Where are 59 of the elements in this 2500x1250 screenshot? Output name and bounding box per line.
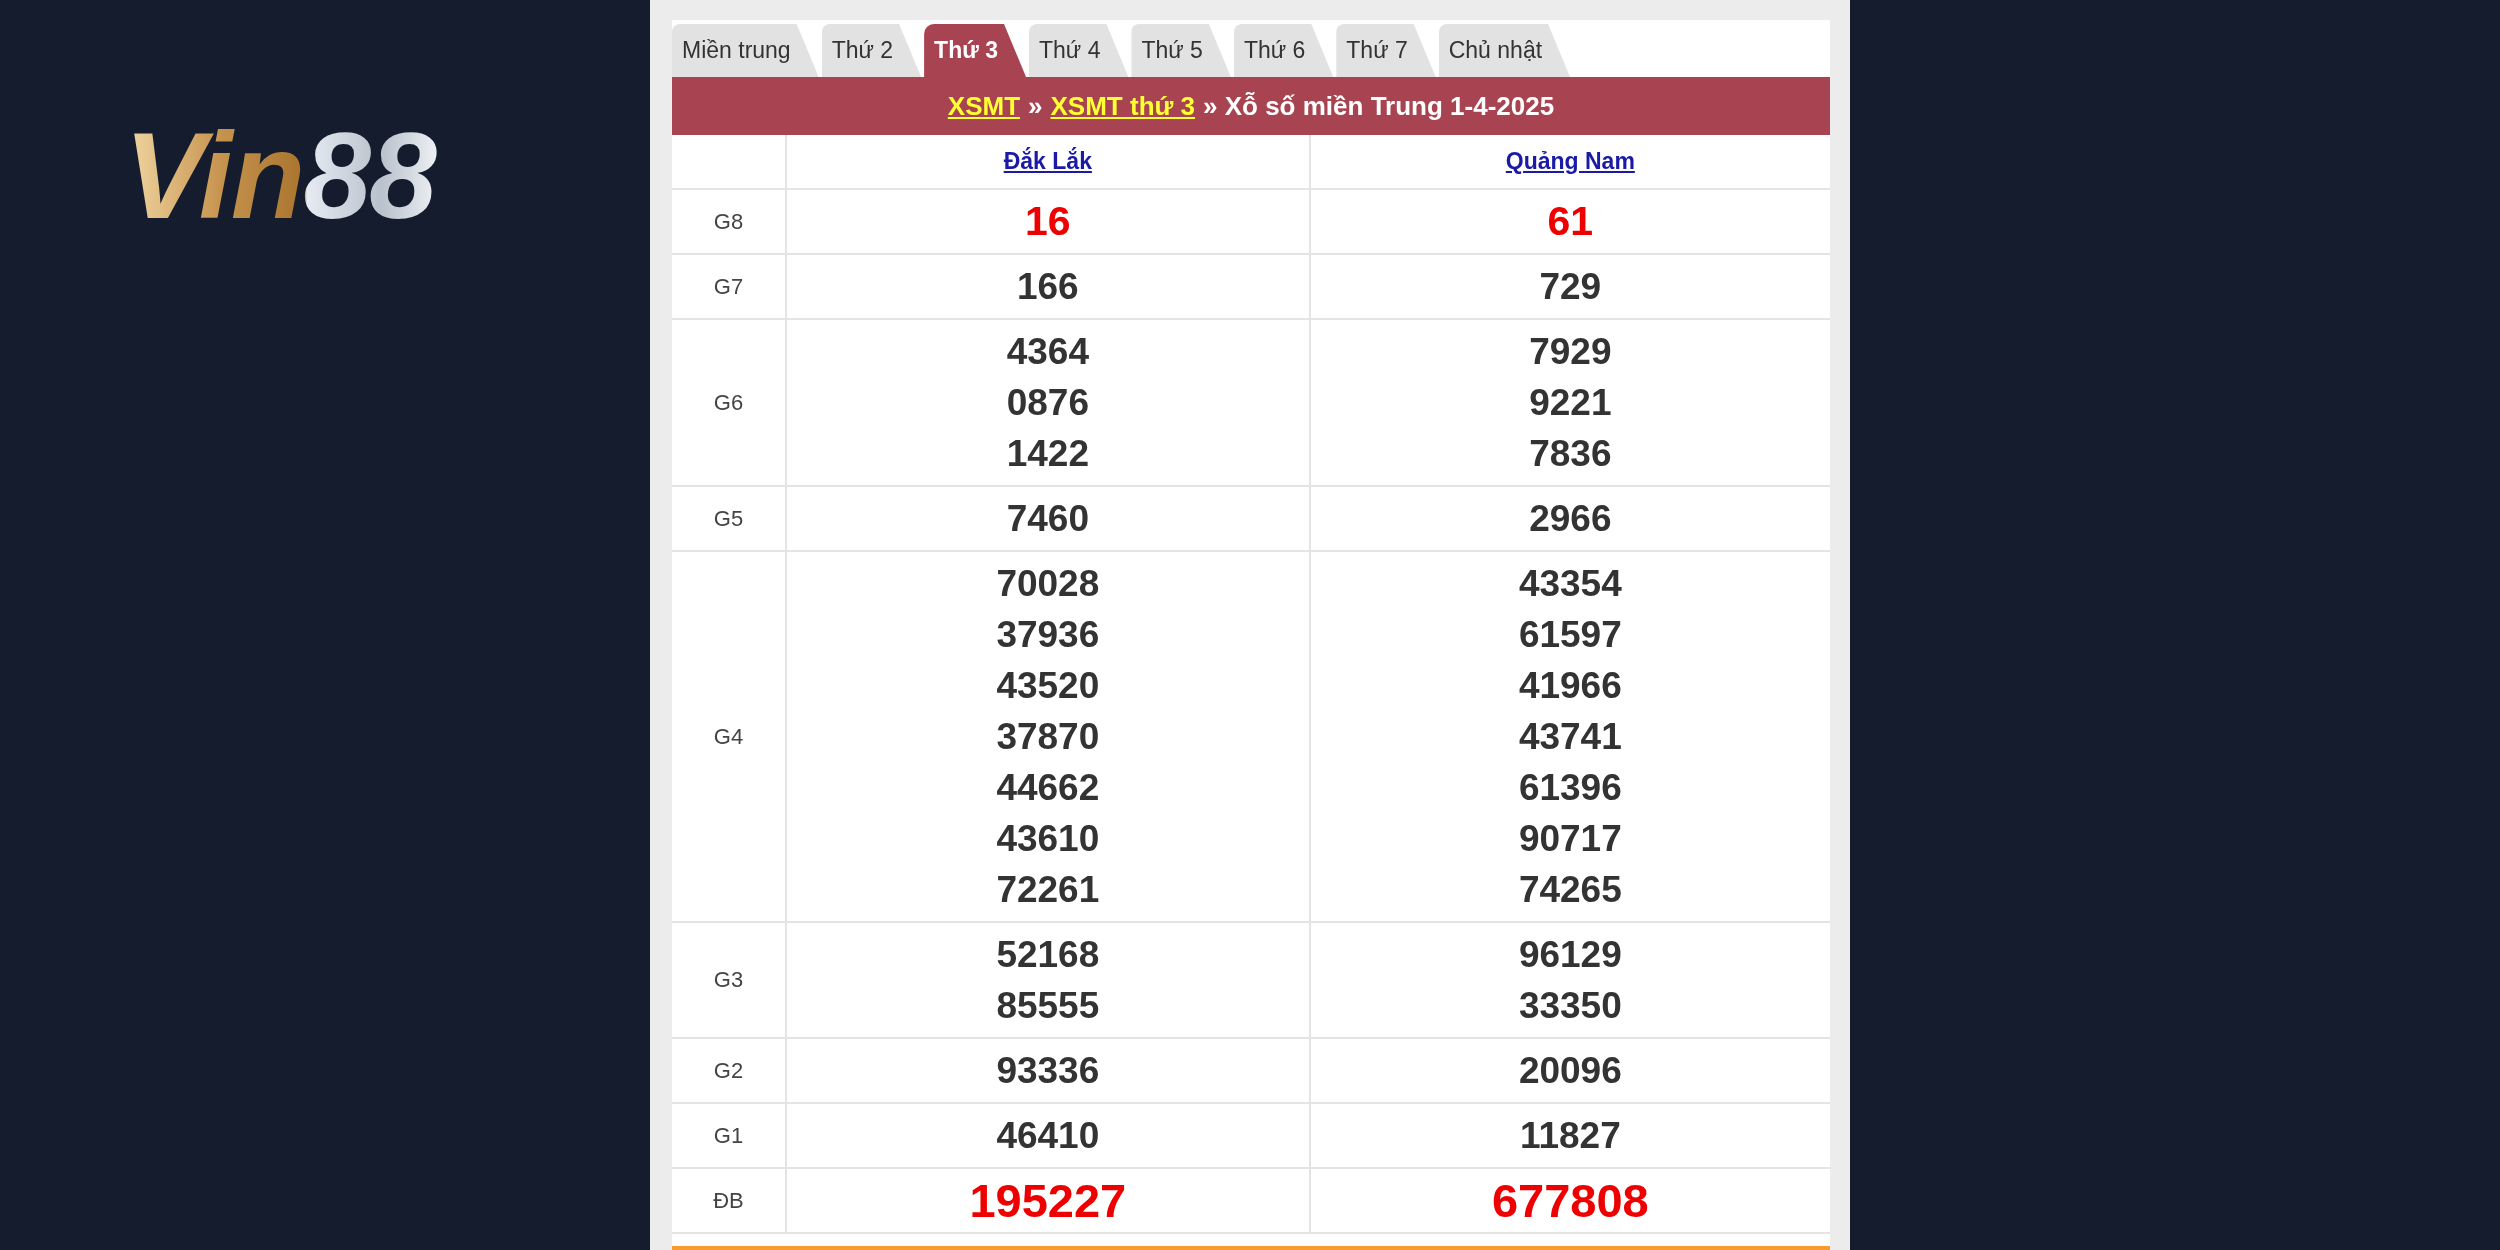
breadcrumb-text: » Xỗ số miền Trung 1-4-2025 — [1203, 90, 1555, 122]
prize-label: G5 — [672, 486, 786, 551]
breadcrumb-link[interactable]: XSMT thứ 3 — [1050, 90, 1196, 122]
prize-number: 166 — [1016, 265, 1079, 309]
prize-number: 4364 — [1006, 330, 1089, 374]
day-tab[interactable]: Thứ 7 — [1336, 24, 1436, 77]
prize-number: 46410 — [996, 1114, 1100, 1158]
breadcrumb-text: » — [1028, 90, 1043, 122]
prize-label: G1 — [672, 1103, 786, 1168]
prize-number: 11827 — [1519, 1114, 1621, 1158]
day-tab[interactable]: Chủ nhật — [1438, 24, 1571, 77]
prize-number: 729 — [1539, 265, 1602, 309]
prize-number: 7836 — [1529, 432, 1612, 476]
prize-number: 7929 — [1529, 330, 1612, 374]
day-tab[interactable]: Thứ 5 — [1131, 24, 1231, 77]
prize-number: 61396 — [1518, 766, 1622, 810]
prize-number: 90717 — [1518, 817, 1622, 861]
day-tab[interactable]: Miền trung — [672, 24, 819, 77]
prize-number: 16 — [1025, 197, 1071, 246]
prize-number: 41966 — [1518, 664, 1622, 708]
prize-number: 44662 — [996, 766, 1100, 810]
prize-number: 85555 — [996, 984, 1100, 1028]
prize-number: 37936 — [996, 613, 1100, 657]
prize-label: G2 — [672, 1038, 786, 1103]
prize-label: G8 — [672, 189, 786, 254]
prize-label: G4 — [672, 551, 786, 922]
prize-number: 93336 — [996, 1049, 1100, 1093]
prize-number: 195227 — [969, 1175, 1127, 1226]
prize-number: 43741 — [1518, 715, 1622, 759]
prize-number: 74265 — [1518, 868, 1622, 912]
prize-number: 2966 — [1529, 497, 1612, 541]
prize-number: 43610 — [996, 817, 1100, 861]
prize-number: 1422 — [1006, 432, 1089, 476]
prize-label: G3 — [672, 922, 786, 1038]
breadcrumb-link[interactable]: XSMT — [947, 90, 1021, 122]
prize-number: 72261 — [996, 868, 1100, 912]
prize-number: 52168 — [996, 933, 1100, 977]
prize-number: 43520 — [996, 664, 1100, 708]
day-tab[interactable]: Thứ 2 — [821, 24, 922, 77]
prize-number: 61 — [1547, 197, 1594, 246]
prize-number: 0876 — [1006, 381, 1089, 425]
province-link[interactable]: Đắk Lắk — [1003, 148, 1092, 174]
prize-number: 70028 — [996, 562, 1100, 606]
prize-number: 33350 — [1518, 984, 1622, 1028]
prize-number: 37870 — [996, 715, 1100, 759]
prize-number: 96129 — [1518, 933, 1622, 977]
prize-number: 677808 — [1491, 1175, 1649, 1226]
day-tab[interactable]: Thứ 6 — [1233, 24, 1334, 77]
prize-number: 20096 — [1518, 1049, 1622, 1093]
province-link[interactable]: Quảng Nam — [1505, 148, 1635, 174]
prize-label: G7 — [672, 254, 786, 319]
prize-number: 43354 — [1518, 562, 1622, 606]
day-tab[interactable]: Thứ 4 — [1029, 24, 1129, 77]
prize-number: 7460 — [1006, 497, 1089, 541]
day-tab[interactable]: Thứ 3 — [924, 24, 1027, 77]
prize-number: 9221 — [1529, 381, 1612, 425]
prize-label: ĐB — [672, 1168, 786, 1233]
prize-number: 61597 — [1518, 613, 1622, 657]
prize-label: G6 — [672, 319, 786, 486]
